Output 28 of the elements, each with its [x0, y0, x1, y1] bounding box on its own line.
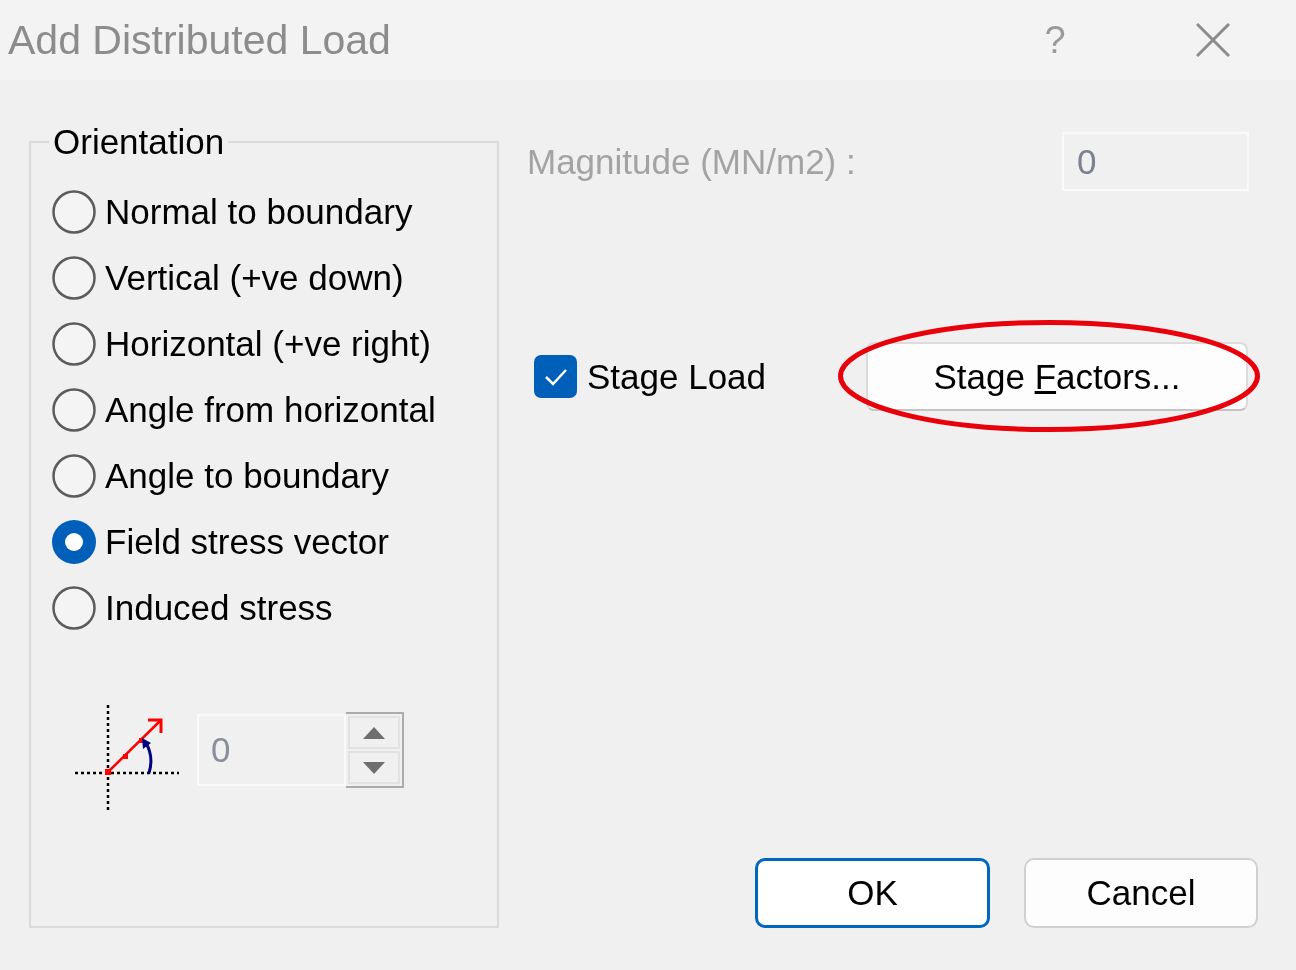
angle-vector-icon [75, 705, 179, 813]
caret-down-icon [363, 761, 385, 774]
caret-up-icon [363, 726, 385, 739]
spin-down-button[interactable] [348, 751, 400, 784]
radio-label[interactable]: Angle from horizontal [105, 390, 436, 430]
radio-label[interactable]: Normal to boundary [105, 192, 413, 232]
radio-button[interactable] [52, 586, 96, 630]
radio-button[interactable] [52, 190, 96, 234]
radio-label[interactable]: Vertical (+ve down) [105, 258, 404, 298]
checkbox-label[interactable]: Stage Load [587, 356, 767, 397]
stage-factors-button[interactable]: Stage Factors... [866, 342, 1248, 411]
radio-label[interactable]: Field stress vector [105, 522, 389, 562]
spin-up-button[interactable] [348, 716, 400, 749]
close-icon [1196, 23, 1230, 57]
radio-label[interactable]: Angle to boundary [105, 456, 390, 496]
magnitude-label: Magnitude (MN/m2) : [527, 141, 856, 182]
checkbox[interactable] [534, 355, 577, 398]
group-title: Orientation [52, 122, 226, 162]
radio-button[interactable] [52, 322, 96, 366]
cancel-button[interactable]: Cancel [1024, 858, 1258, 928]
radio-button[interactable] [52, 454, 96, 498]
radio-label[interactable]: Induced stress [105, 588, 333, 628]
radio-label[interactable]: Horizontal (+ve right) [105, 324, 431, 364]
window-title: Add Distributed Load [8, 16, 391, 64]
radio-button[interactable] [52, 256, 96, 300]
ok-button[interactable]: OK [755, 858, 990, 928]
radio-button[interactable] [52, 520, 96, 564]
radio-button[interactable] [52, 388, 96, 432]
